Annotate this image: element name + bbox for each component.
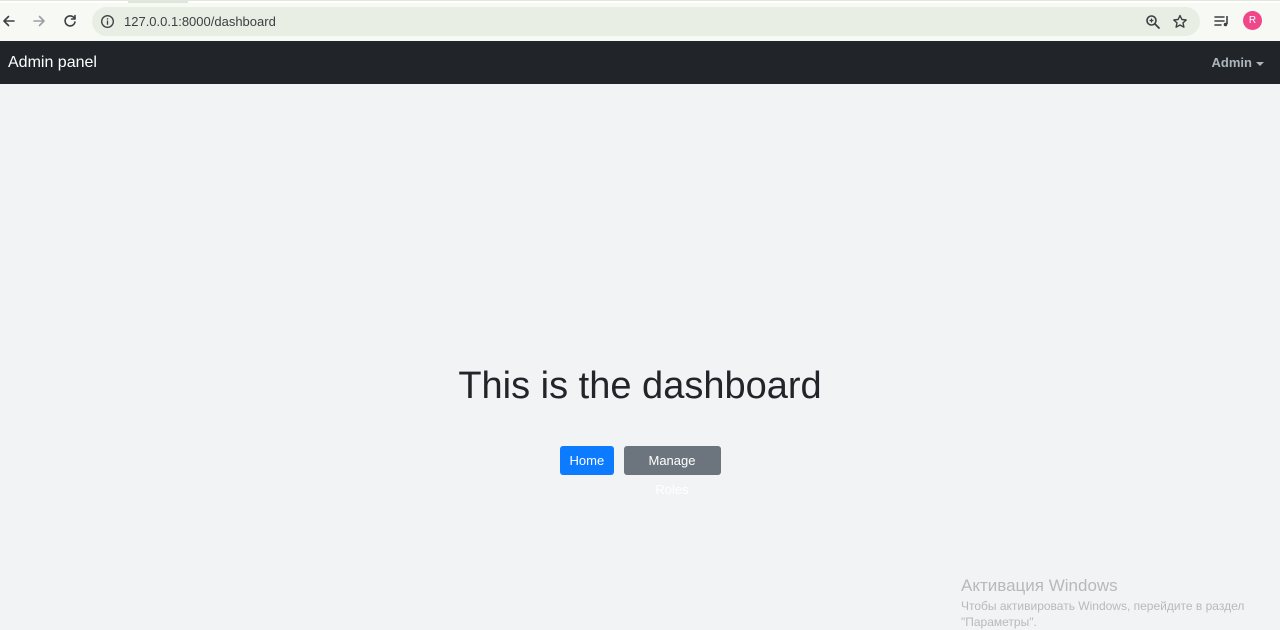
zoom-icon[interactable] [1144,13,1162,31]
info-icon[interactable] [100,14,115,29]
navbar-brand[interactable]: Admin panel [8,53,97,73]
main-content: This is the dashboard Home Manage Roles … [0,84,1280,629]
back-arrow-icon [3,15,15,27]
watermark-title: Активация Windows [961,576,1118,595]
app-navbar: Admin panel Admin [0,41,1280,84]
caret-down-icon [1256,61,1264,66]
reload-button[interactable] [59,10,81,32]
profile-avatar[interactable]: R [1243,11,1262,30]
forward-button[interactable] [28,10,50,32]
page-title: This is the dashboard [458,365,822,407]
watermark-subtitle: Чтобы активировать Windows, перейдите в … [961,599,1245,629]
reload-icon [64,14,76,27]
windows-activation-watermark: Активация Windows Чтобы активировать Win… [961,576,1261,630]
user-dropdown[interactable]: Admin [1212,54,1264,71]
forward-arrow-icon [33,15,45,27]
active-tab-edge [128,1,188,3]
back-button[interactable] [0,10,20,32]
action-buttons: Home Manage Roles [0,446,1280,497]
tab-strip [0,1,1280,3]
url-text[interactable]: 127.0.0.1:8000/dashboard [124,14,276,29]
home-button[interactable]: Home [559,446,614,475]
address-bar[interactable]: 127.0.0.1:8000/dashboard [92,7,1200,36]
bookmark-star-icon[interactable] [1171,13,1189,31]
browser-toolbar: 127.0.0.1:8000/dashboard R [0,0,1280,41]
user-dropdown-label: Admin [1211,55,1252,70]
reading-list-icon[interactable] [1213,12,1231,30]
manage-roles-button[interactable]: Manage Roles [623,446,721,497]
